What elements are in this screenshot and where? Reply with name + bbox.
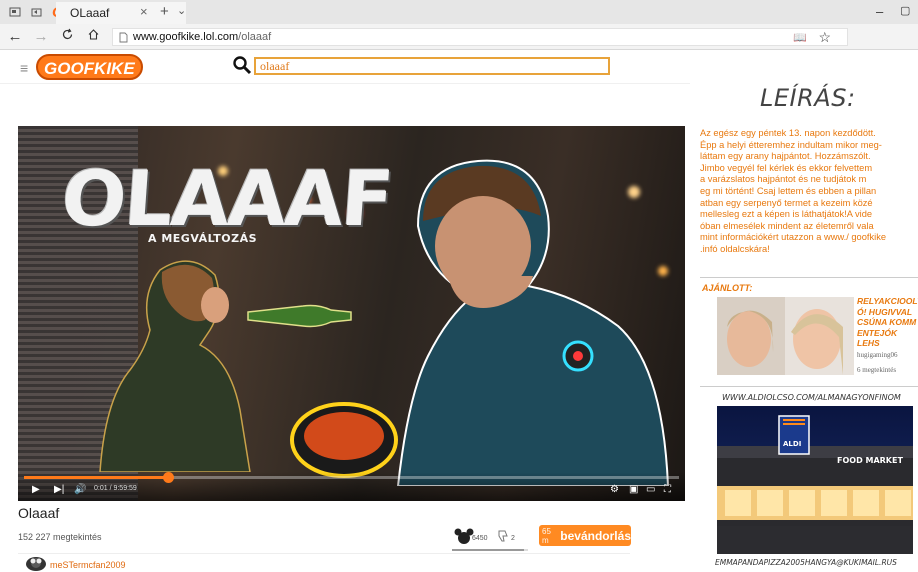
url-host: www.goofkike.lol.com (133, 31, 239, 43)
video-player[interactable]: OLAAAF A MEGVÁLTOZÁS ▶ ▶| 🔊 0:01 / 9:59:… (18, 126, 685, 501)
view-count: 152 227 megtekintés (18, 532, 102, 542)
ad-brand-logo: ALDI (783, 440, 802, 448)
progress-knob[interactable] (163, 472, 175, 483)
divider (18, 553, 630, 554)
ad-banner[interactable]: ALDI FOOD MARKET (717, 406, 913, 554)
maximize-icon[interactable]: ▢ (900, 4, 910, 17)
favorite-star-icon[interactable]: ☆ (818, 29, 831, 46)
forward-icon[interactable]: → (30, 28, 52, 45)
ad-contact-email[interactable]: EMMAPANDAPIZZA2005HANGYA@KUKIMAIL.RUS (715, 558, 897, 567)
video-controls: ▶ ▶| 🔊 0:01 / 9:59:59 ⚙ ▣ ▭ ⛶ (18, 472, 685, 501)
site-logo[interactable]: GOOFKIKE (36, 54, 143, 80)
recommended-views: 6 megtekintés (857, 366, 897, 374)
play-icon[interactable]: ▶ (32, 484, 40, 495)
dislike-count: 2 (511, 535, 515, 542)
url-field[interactable]: www.goofkike.lol.com /olaaaf 📖 ☆ (112, 28, 848, 46)
progress-bar[interactable] (24, 472, 679, 483)
recommended-video-thumbnail[interactable] (717, 297, 854, 375)
search-input[interactable] (254, 57, 610, 75)
minimize-icon[interactable]: – (876, 4, 883, 19)
divider (700, 277, 918, 278)
subscriber-count: 65 m (542, 526, 551, 545)
recommended-channel[interactable]: hugigaming06 (857, 351, 897, 359)
search-icon[interactable] (232, 55, 252, 75)
tab-preview-icon[interactable] (8, 5, 22, 19)
description-heading: LEÍRÁS: (760, 84, 856, 112)
fullscreen-icon[interactable]: ⛶ (664, 484, 671, 495)
home-icon[interactable] (82, 28, 104, 45)
site-header: ≡ GOOFKIKE (0, 50, 690, 84)
recommended-label: AJÁNLOTT: (702, 283, 753, 293)
avatar[interactable] (26, 557, 46, 571)
wok-pan (290, 402, 398, 478)
tab-back-icon[interactable] (30, 5, 44, 19)
like-mouse-icon[interactable] (454, 528, 474, 544)
video-overlay-subtitle: A MEGVÁLTOZÁS (148, 232, 258, 245)
miniplayer-icon[interactable]: ▭ (646, 484, 655, 495)
settings-gear-icon[interactable]: ⚙ (610, 484, 619, 495)
next-icon[interactable]: ▶| (54, 484, 64, 495)
boy-figure (396, 159, 670, 486)
like-count: 6450 (472, 535, 488, 542)
progress-fill (24, 476, 169, 479)
close-tab-icon[interactable]: × (140, 4, 148, 19)
subtitles-icon[interactable]: ▣ (629, 484, 638, 495)
subscribe-label: bevándorlás (560, 528, 631, 543)
refresh-icon[interactable] (56, 28, 78, 45)
time-display: 0:01 / 9:59:59 (94, 485, 137, 492)
like-ratio-fill (452, 549, 525, 551)
page-icon (119, 32, 128, 42)
video-overlay-title: OLAAAF (58, 154, 395, 243)
back-icon[interactable]: ← (4, 28, 26, 45)
divider (700, 386, 918, 387)
tab-menu-icon[interactable]: ⌄ (177, 4, 186, 17)
ad-url[interactable]: WWW.ALDIOLCSO.COM/ALMANAGYONFINOM (722, 393, 901, 402)
comment-username[interactable]: meSTermcfan2009 (50, 560, 126, 570)
girl-figure (99, 260, 251, 472)
subscribe-button[interactable]: 65 m bevándorlás (539, 525, 631, 546)
url-path: /olaaaf (238, 31, 272, 43)
like-ratio-bar (452, 549, 528, 551)
bottle (247, 304, 352, 328)
address-bar: ← → www.goofkike.lol.com /olaaaf 📖 ☆ (0, 24, 918, 50)
tab-title: OLaaaf (70, 6, 110, 20)
dislike-icon[interactable] (496, 529, 510, 543)
new-tab-icon[interactable]: + (160, 3, 169, 20)
description-text: Az egész egy péntek 13. napon kezdődött.… (700, 128, 887, 254)
volume-icon[interactable]: 🔊 (74, 484, 86, 495)
video-title: Olaaaf (18, 505, 60, 521)
recommended-video-title[interactable]: RELYAKCIOOLY Ó! HUGIVVAL CSÚNA KOMM ENTE… (857, 296, 918, 349)
reading-view-icon[interactable]: 📖 (793, 31, 807, 44)
ad-store-sign: FOOD MARKET (837, 456, 903, 465)
menu-icon[interactable]: ≡ (20, 60, 28, 76)
